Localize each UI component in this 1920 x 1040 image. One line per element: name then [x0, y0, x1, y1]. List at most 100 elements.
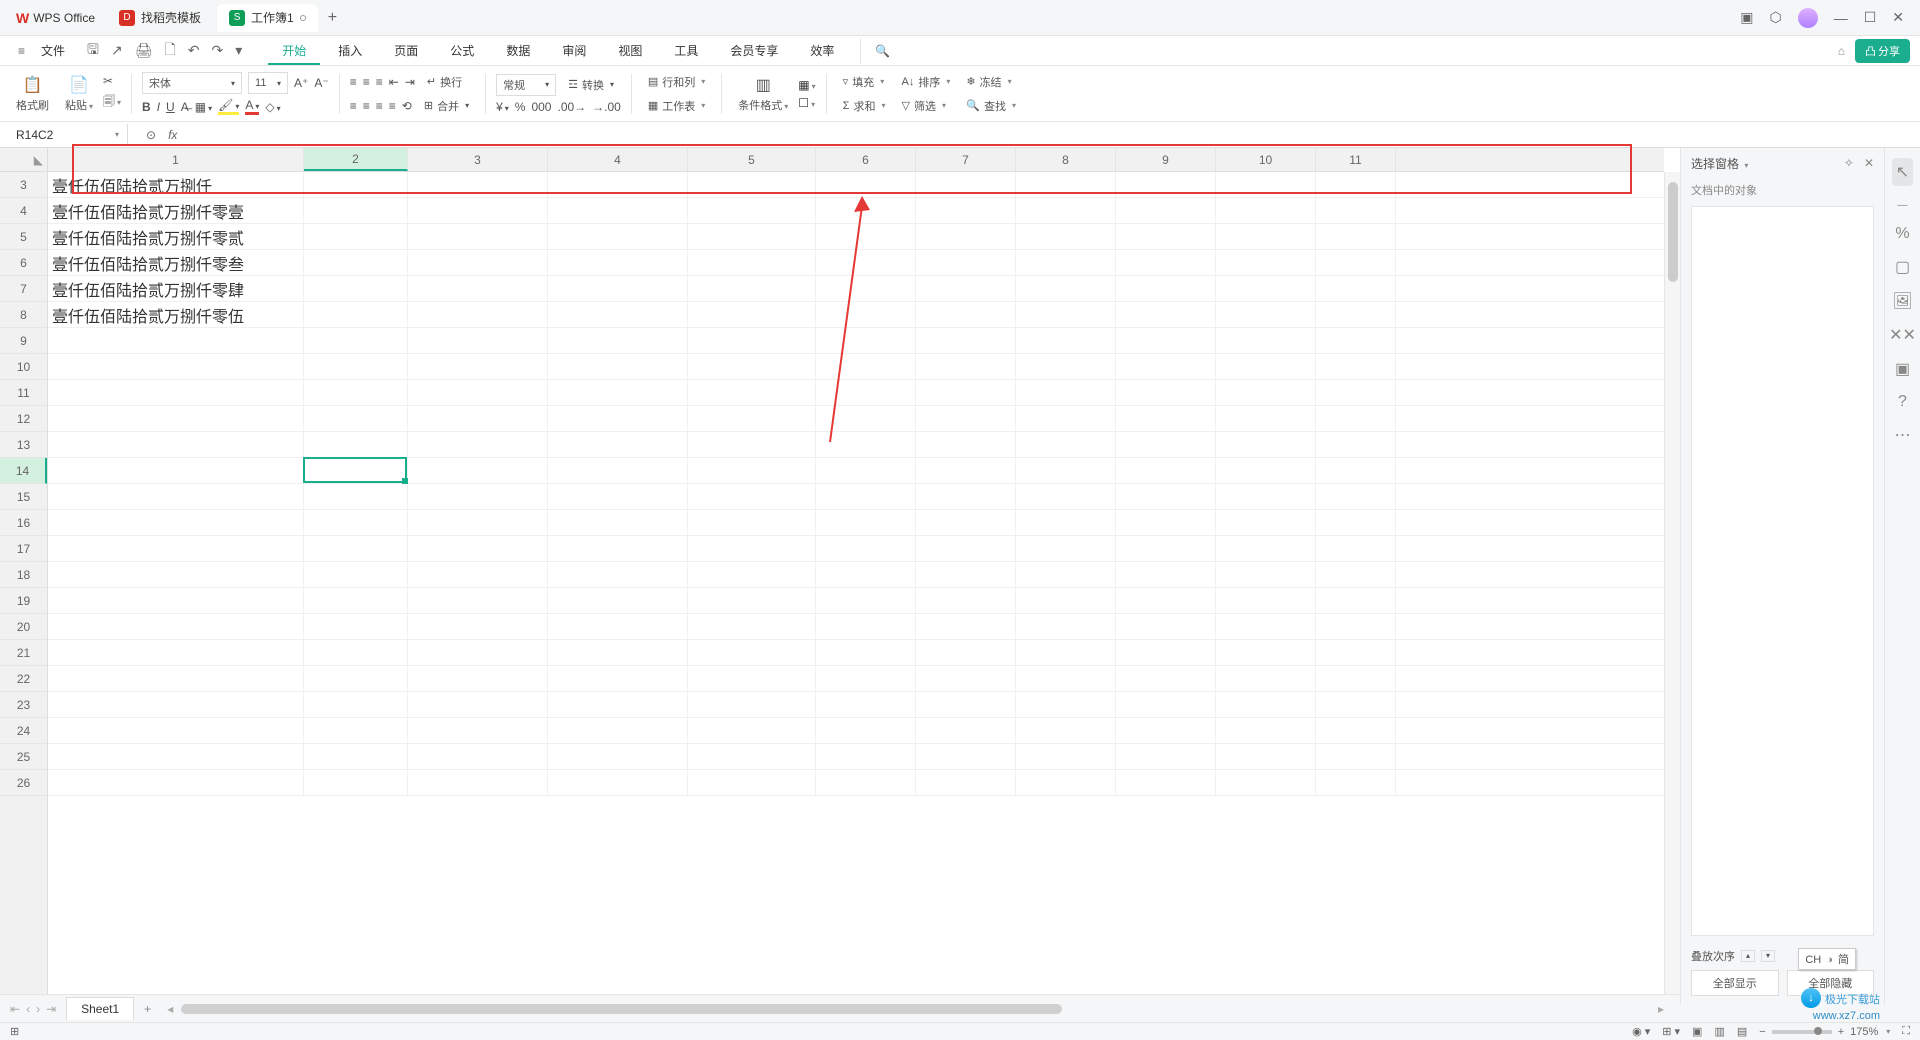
cell[interactable] [916, 198, 1016, 223]
cell[interactable] [1316, 172, 1396, 197]
cell[interactable] [1116, 770, 1216, 795]
cell[interactable] [816, 484, 916, 509]
name-box[interactable]: R14C2 ▾ [8, 124, 128, 146]
row-header-17[interactable]: 17 [0, 536, 47, 562]
hscroll-thumb[interactable] [181, 1004, 1062, 1014]
cell[interactable] [688, 744, 816, 769]
cell[interactable] [1316, 250, 1396, 275]
cell[interactable] [688, 354, 816, 379]
export-icon[interactable]: ↗ [111, 42, 123, 59]
cube-icon[interactable]: ⬡ [1769, 9, 1781, 26]
cell[interactable] [548, 640, 688, 665]
cell[interactable] [1016, 692, 1116, 717]
sheet-nav-first-icon[interactable]: ⇤ [10, 1002, 20, 1016]
cell[interactable] [1016, 588, 1116, 613]
cell[interactable] [816, 276, 916, 301]
menu-review[interactable]: 审阅 [548, 36, 600, 65]
decrease-decimal-icon[interactable]: .00→ [557, 100, 586, 114]
row-header-11[interactable]: 11 [0, 380, 47, 406]
cell[interactable] [1116, 536, 1216, 561]
convert-button[interactable]: ☲转换▾ [562, 75, 620, 95]
copy-icon[interactable]: 🗐▾ [103, 92, 121, 113]
cell[interactable] [1016, 302, 1116, 327]
cell[interactable] [688, 172, 816, 197]
cell[interactable] [1016, 510, 1116, 535]
vertical-scrollbar[interactable] [1664, 172, 1680, 1004]
col-header-8[interactable]: 8 [1016, 148, 1116, 171]
cell[interactable] [1116, 328, 1216, 353]
ime-indicator[interactable]: CH ◑ 简 [1798, 948, 1856, 970]
cell[interactable] [688, 250, 816, 275]
cell[interactable] [688, 562, 816, 587]
cell[interactable] [304, 510, 408, 535]
row-header-7[interactable]: 7 [0, 276, 47, 302]
cell[interactable] [548, 458, 688, 483]
cell[interactable] [816, 640, 916, 665]
cell[interactable] [304, 302, 408, 327]
cell[interactable] [1316, 406, 1396, 431]
close-button[interactable]: ✕ [1892, 9, 1904, 26]
cell[interactable] [408, 432, 548, 457]
cell[interactable] [48, 354, 304, 379]
cell[interactable] [688, 692, 816, 717]
cell[interactable]: 壹仟伍佰陆拾贰万捌仟零肆 [48, 276, 304, 301]
paste-button[interactable]: 📄 粘贴▾ [59, 75, 99, 113]
cell[interactable] [916, 510, 1016, 535]
cell[interactable] [688, 198, 816, 223]
cell[interactable] [688, 770, 816, 795]
image-icon[interactable]: 🖼 [1892, 291, 1912, 311]
menu-efficiency[interactable]: 效率 [796, 36, 848, 65]
cell[interactable] [916, 406, 1016, 431]
cell[interactable] [1016, 718, 1116, 743]
cell[interactable] [304, 172, 408, 197]
cell[interactable] [408, 770, 548, 795]
layout-icon[interactable]: ▣ [1740, 9, 1753, 26]
cell[interactable] [408, 562, 548, 587]
cell[interactable] [816, 250, 916, 275]
pin-icon[interactable]: ✧ [1844, 156, 1854, 170]
cell[interactable] [1316, 640, 1396, 665]
cell[interactable] [548, 588, 688, 613]
cell[interactable] [1116, 198, 1216, 223]
indent-left-icon[interactable]: ⇤ [389, 75, 399, 89]
cell[interactable] [688, 406, 816, 431]
cell[interactable] [688, 380, 816, 405]
menu-view[interactable]: 视图 [604, 36, 656, 65]
sidebar-collapse-icon[interactable]: — [1898, 200, 1908, 211]
zoom-out-icon[interactable]: − [1759, 1026, 1765, 1038]
menu-member[interactable]: 会员专享 [716, 36, 792, 65]
cell[interactable]: 壹仟伍佰陆拾贰万捌仟零叁 [48, 250, 304, 275]
cell[interactable] [916, 432, 1016, 457]
cell[interactable] [548, 744, 688, 769]
cell[interactable] [408, 328, 548, 353]
cell[interactable] [1116, 718, 1216, 743]
menu-insert[interactable]: 插入 [324, 36, 376, 65]
cell[interactable] [916, 224, 1016, 249]
cell[interactable] [816, 666, 916, 691]
sum-button[interactable]: Σ求和▾ [837, 96, 892, 116]
find-button[interactable]: 🔍查找▾ [960, 96, 1022, 116]
cell[interactable] [816, 198, 916, 223]
cell[interactable] [1316, 198, 1396, 223]
cell[interactable] [1216, 770, 1316, 795]
cell[interactable] [816, 328, 916, 353]
wrap-button[interactable]: ↵换行 [421, 72, 468, 92]
cell[interactable] [1016, 380, 1116, 405]
cell[interactable] [48, 432, 304, 457]
namebox-dropdown-icon[interactable]: ▾ [115, 130, 119, 139]
cell[interactable] [1116, 588, 1216, 613]
cell[interactable] [1316, 692, 1396, 717]
orientation-icon[interactable]: ⟲ [402, 99, 412, 113]
row-header-3[interactable]: 3 [0, 172, 47, 198]
comma-icon[interactable]: 000 [531, 100, 551, 114]
add-sheet-button[interactable]: + [134, 1002, 161, 1016]
cell[interactable] [304, 380, 408, 405]
cell[interactable] [816, 380, 916, 405]
cell[interactable] [48, 718, 304, 743]
cell[interactable] [548, 354, 688, 379]
cell[interactable] [1216, 666, 1316, 691]
cut-icon[interactable]: ✂ [103, 74, 121, 88]
cell[interactable] [48, 614, 304, 639]
cell[interactable] [1116, 276, 1216, 301]
cell[interactable] [304, 276, 408, 301]
